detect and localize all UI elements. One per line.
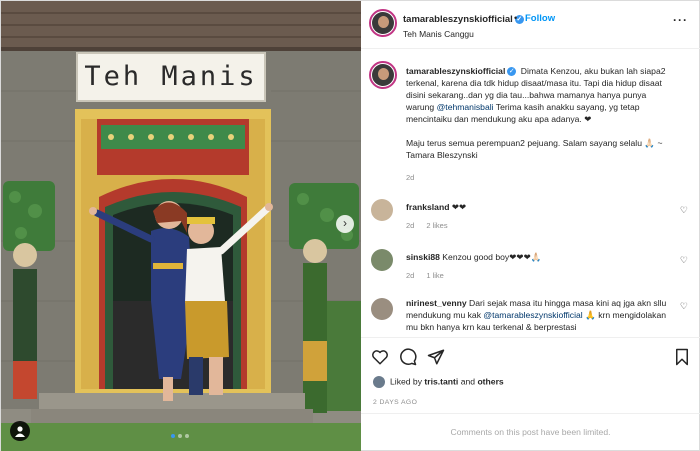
separator-dot: • <box>514 13 518 23</box>
caption-time: 2d <box>406 173 415 182</box>
comment-text: nirinest_venny Dari sejak masa itu hingg… <box>406 298 667 332</box>
comment-likes[interactable]: 1 like <box>426 271 444 280</box>
liked-by-user[interactable]: tris.tanti <box>424 376 458 386</box>
post-header: tamarableszynskiofficial ✓ • Follow Teh M… <box>361 1 700 49</box>
person-icon[interactable] <box>10 421 30 441</box>
verified-badge-icon: ✓ <box>507 67 517 77</box>
avatar[interactable] <box>369 9 397 37</box>
comment-time: 2d <box>406 221 415 230</box>
comments-list[interactable]: tamarableszynskiofficial ✓ Dimata Kenzou,… <box>361 49 700 337</box>
likes-summary: Liked by tris.tanti and others <box>373 376 504 388</box>
post-panel: tamarableszynskiofficial ✓ • Follow Teh M… <box>361 1 700 451</box>
heart-icon[interactable]: ♡ <box>680 205 688 216</box>
more-icon[interactable]: ··· <box>673 13 688 27</box>
post-photo[interactable]: Teh Manis › <box>1 1 361 451</box>
mention-link[interactable]: @tehmanisbali <box>437 102 494 112</box>
comment-username[interactable]: nirinest_venny <box>406 298 467 308</box>
caption-text: tamarableszynskiofficial ✓ Dimata Kenzou,… <box>406 65 676 161</box>
chevron-right-icon[interactable]: › <box>336 215 354 233</box>
mention-link[interactable]: @tamarableszynskiofficial <box>483 310 582 320</box>
avatar[interactable] <box>369 61 397 89</box>
caption-username[interactable]: tamarableszynskiofficial <box>406 66 505 76</box>
bookmark-icon[interactable] <box>673 348 691 366</box>
carousel-dot <box>185 434 189 438</box>
instagram-post-window: Teh Manis › tamarableszynskiofficial ✓ • … <box>0 0 700 451</box>
action-bar <box>361 337 700 377</box>
post-location[interactable]: Teh Manis Canggu <box>403 29 474 39</box>
sign-text: Teh Manis <box>84 61 258 92</box>
avatar[interactable] <box>373 376 385 388</box>
carousel-dot-active <box>171 434 175 438</box>
heart-icon[interactable]: ♡ <box>680 301 688 312</box>
comment-text: franksland ❤❤ <box>406 202 467 212</box>
comments-limited-notice: Comments on this post have been limited. <box>361 413 700 451</box>
post-timestamp[interactable]: 2 DAYS AGO <box>373 399 417 406</box>
comment-time: 2d <box>406 271 415 280</box>
liked-by-others[interactable]: others <box>477 376 503 386</box>
follow-button[interactable]: Follow <box>525 13 555 24</box>
heart-icon[interactable]: ♡ <box>680 255 688 266</box>
carousel-dot <box>178 434 182 438</box>
carousel-dots <box>171 434 189 438</box>
heart-icon[interactable] <box>371 348 389 366</box>
avatar[interactable] <box>371 199 393 221</box>
comment-icon[interactable] <box>399 348 417 366</box>
comment-username[interactable]: franksland <box>406 202 449 212</box>
comment-meta: 2d 2 likes <box>406 221 460 230</box>
comment-text: sinski88 Kenzou good boy❤❤❤🙏🏻 <box>406 252 542 262</box>
comment-username[interactable]: sinski88 <box>406 252 440 262</box>
comment-meta: 2d 1 like <box>406 271 456 280</box>
post-username[interactable]: tamarableszynskiofficial ✓ <box>403 14 524 25</box>
avatar[interactable] <box>371 298 393 320</box>
comment-likes[interactable]: 2 likes <box>426 221 447 230</box>
share-icon[interactable] <box>427 348 445 366</box>
avatar[interactable] <box>371 249 393 271</box>
caption-closing: Maju terus semua perempuan2 pejuang. Sal… <box>406 138 663 160</box>
